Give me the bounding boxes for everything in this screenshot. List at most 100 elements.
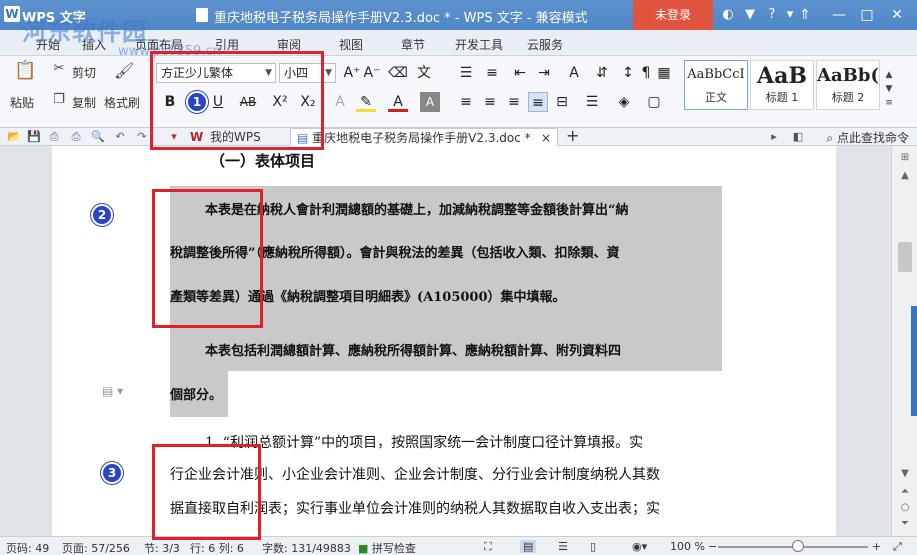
zoom-level[interactable]: 100 % — [670, 540, 705, 553]
highlight-icon[interactable]: ✎ — [356, 92, 376, 112]
status-word-count[interactable]: 字数: 131/49883 — [262, 540, 351, 555]
chevron-down-icon: ▼ — [325, 68, 332, 78]
menu-chapter[interactable]: 章节 — [401, 36, 425, 53]
login-button[interactable]: 未登录 — [633, 0, 713, 30]
paragraph-line[interactable]: 1. “利润总额计算”中的项目，按照国家统一会计制度口径计算填报。实 — [205, 432, 643, 452]
side-panel-handle[interactable] — [911, 306, 917, 416]
tab-pin-icon[interactable]: ◧ — [790, 129, 806, 145]
print-icon[interactable]: ⎙ — [68, 129, 84, 145]
table-icon[interactable]: ▦ — [654, 63, 674, 83]
paragraph-line[interactable]: 本表是在納稅人會計利潤總額的基礎上，加減納稅調整等金額後計算出“納 — [205, 199, 628, 218]
save-icon[interactable]: 💾 — [26, 129, 42, 145]
menu-view[interactable]: 视图 — [339, 36, 363, 53]
copy-button[interactable]: 复制 — [72, 94, 96, 111]
style-name: 标题 2 — [831, 91, 865, 104]
prev-page-icon[interactable]: ⏶ — [896, 484, 914, 500]
undo-icon[interactable]: ↶ — [112, 129, 128, 145]
minimize-button[interactable]: — — [826, 4, 852, 26]
export-pdf-icon[interactable]: ⎙ — [46, 129, 62, 145]
line-spacing-icon[interactable]: ☰ — [582, 92, 602, 112]
page-view-icon[interactable]: ▤ — [520, 540, 537, 553]
justify-icon[interactable]: ≡ — [528, 92, 548, 112]
numbered-list-icon[interactable]: ≡ — [482, 63, 502, 83]
read-view-icon[interactable]: ▯ — [590, 540, 596, 553]
increase-indent-icon[interactable]: ⇥ — [534, 63, 554, 83]
phonetic-guide-icon[interactable]: 文 — [414, 63, 434, 83]
wps-logo-icon[interactable]: W — [4, 6, 20, 22]
restore-ribbon-icon[interactable]: ⇑ — [792, 4, 818, 26]
vertical-scrollbar[interactable]: ⊞ ▲ ▼ ⏶ ○ ⏷ — [891, 146, 917, 536]
font-color-icon[interactable]: A — [388, 92, 408, 112]
fit-page-icon[interactable]: ⤢ — [893, 540, 902, 554]
tab-row: 📂 💾 ⎙ ⎙ 🔍 ↶ ↷ ▾ W 我的WPS ▤ 重庆地税电子税务局操作手册V… — [0, 128, 917, 146]
sort-icon[interactable]: ↕ — [618, 63, 638, 83]
tab-list-icon[interactable]: ▸ — [766, 129, 782, 145]
close-button[interactable]: ✕ — [884, 4, 910, 26]
scissors-icon[interactable]: ✂ — [50, 60, 68, 78]
section-heading[interactable]: （一）表体项目 — [210, 150, 315, 171]
print-preview-icon[interactable]: 🔍 — [90, 129, 106, 145]
outline-view-icon[interactable]: ☰ — [558, 540, 568, 553]
zoom-in-icon[interactable]: + — [872, 540, 881, 553]
paste-icon[interactable]: 📋 — [14, 62, 36, 80]
menu-cloud[interactable]: 云服务 — [527, 36, 563, 53]
status-section[interactable]: 节: 3/3 — [144, 540, 180, 555]
skin-icon[interactable]: ◐ — [719, 6, 737, 24]
paragraph-layout-icon[interactable]: ▤ ▾ — [102, 384, 123, 398]
copy-icon[interactable]: ❐ — [50, 91, 68, 109]
shading-icon[interactable]: ◈ — [614, 92, 634, 112]
scroll-thumb[interactable] — [898, 242, 912, 272]
align-center-icon[interactable]: ≡ — [480, 92, 500, 112]
paste-button[interactable]: 粘贴 — [10, 94, 34, 111]
web-view-icon[interactable]: ◉▾ — [632, 540, 647, 553]
open-folder-icon[interactable]: 📂 — [6, 129, 22, 145]
ribbon: 📋 粘贴 ✂ 剪切 ❐ 复制 🖌 格式刷 方正少儿繁体 ▼ 小四 ▼ A⁺ A⁻… — [0, 56, 917, 128]
cut-button[interactable]: 剪切 — [72, 64, 96, 81]
spell-check-toggle[interactable]: ■ 拼写检查 — [358, 540, 416, 555]
style-name: 标题 1 — [765, 91, 799, 104]
zoom-slider-handle[interactable] — [792, 540, 804, 552]
case-change-icon[interactable]: A — [564, 63, 584, 83]
command-search[interactable]: ⌕ 点此查找命令 — [826, 129, 909, 146]
next-page-icon[interactable]: ⏷ — [896, 516, 914, 532]
bullet-list-icon[interactable]: ☰ — [456, 63, 476, 83]
scroll-top-icon[interactable]: ⊞ — [896, 150, 914, 166]
menu-developer[interactable]: 开发工具 — [455, 36, 503, 53]
show-marks-icon[interactable]: ¶ — [636, 63, 656, 83]
close-tab-icon[interactable]: × — [541, 129, 551, 147]
new-tab-button[interactable]: + — [566, 128, 579, 146]
style-more-icon[interactable]: ≡ — [880, 94, 898, 112]
maximize-button[interactable]: □ — [854, 4, 880, 26]
scroll-down-icon[interactable]: ▼ — [896, 466, 914, 482]
char-shading-icon[interactable]: A — [420, 92, 440, 112]
paragraph-line[interactable]: 個部分。 — [170, 384, 222, 403]
style-heading-2[interactable]: AaBb( 标题 2 — [816, 60, 880, 110]
focus-mode-icon[interactable]: ⛶ — [484, 540, 492, 554]
format-painter-button[interactable]: 格式刷 — [104, 94, 140, 111]
style-normal[interactable]: AaBbCcI 正文 — [684, 60, 748, 110]
status-page[interactable]: 页面: 57/256 — [62, 540, 130, 555]
text-effect-icon[interactable]: A — [330, 92, 350, 112]
text-direction-icon[interactable]: ⇵ — [592, 63, 612, 83]
align-right-icon[interactable]: ≡ — [504, 92, 524, 112]
select-browse-icon[interactable]: ○ — [896, 500, 914, 516]
shirt-icon[interactable]: ▼ — [741, 6, 759, 24]
redo-icon[interactable]: ↷ — [134, 129, 150, 145]
tab-document[interactable]: ▤ 重庆地税电子税务局操作手册V2.3.doc * × — [290, 128, 558, 146]
grow-font-icon[interactable]: A⁺ — [342, 63, 362, 83]
decrease-indent-icon[interactable]: ⇤ — [510, 63, 530, 83]
scroll-up-icon[interactable]: ▲ — [896, 168, 914, 184]
search-icon: ⌕ — [826, 131, 834, 145]
shrink-font-icon[interactable]: A⁻ — [362, 63, 382, 83]
zoom-out-icon[interactable]: − — [708, 540, 717, 553]
style-heading-1[interactable]: AaB 标题 1 — [750, 60, 814, 110]
help-icon[interactable]: ? — [763, 6, 781, 24]
clear-format-icon[interactable]: ⌫ — [388, 63, 408, 83]
status-page-number[interactable]: 页码: 49 — [6, 540, 49, 555]
paragraph-line[interactable]: 本表包括利潤總額計算、應納稅所得額計算、應納稅額計算、附列資料四 — [205, 340, 621, 359]
format-painter-icon[interactable]: 🖌 — [114, 62, 134, 80]
distributed-icon[interactable]: ⊟ — [552, 92, 572, 112]
borders-icon[interactable]: ▢ — [644, 92, 664, 112]
align-left-icon[interactable]: ≡ — [456, 92, 476, 112]
status-row-col[interactable]: 行: 6 列: 6 — [190, 540, 244, 555]
